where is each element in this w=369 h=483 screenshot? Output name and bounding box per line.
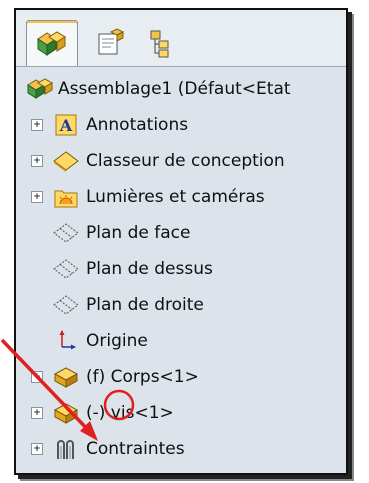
tab-feature-manager[interactable] bbox=[26, 20, 78, 66]
tree-item-label: Classeur de conception bbox=[86, 151, 285, 171]
origin-icon bbox=[52, 328, 80, 354]
tree-item-lights-cameras[interactable]: + Lumières et caméras bbox=[16, 180, 346, 214]
tree-item-label: Plan de droite bbox=[86, 295, 204, 315]
feature-manager-panel: Assemblage1 (Défaut<Etat + A Annotations… bbox=[14, 8, 348, 475]
assembly-icon bbox=[26, 76, 54, 102]
design-binder-icon bbox=[52, 148, 80, 174]
tree-item-label: Lumières et caméras bbox=[86, 187, 265, 207]
tree-root-assembly[interactable]: Assemblage1 (Défaut<Etat bbox=[16, 72, 346, 106]
svg-text:A: A bbox=[59, 116, 73, 135]
tree-item-origin[interactable]: Origine bbox=[16, 324, 346, 358]
tree-item-body-component[interactable]: + (f) Corps<1> bbox=[16, 360, 346, 394]
tree-item-screw-component[interactable]: + (-) vis<1> bbox=[16, 396, 346, 430]
tree-item-label: Plan de dessus bbox=[86, 259, 213, 279]
expand-toggle[interactable]: + bbox=[31, 407, 43, 419]
tab-bar bbox=[16, 10, 346, 67]
expand-toggle[interactable]: + bbox=[31, 371, 43, 383]
tree-item-label: Origine bbox=[86, 331, 148, 351]
tree-item-label: Plan de face bbox=[86, 223, 191, 243]
mates-icon bbox=[52, 436, 80, 462]
tree-item-front-plane[interactable]: Plan de face bbox=[16, 216, 346, 250]
plane-icon bbox=[52, 220, 80, 246]
tree-item-mates[interactable]: + Contraintes bbox=[16, 432, 346, 466]
tree-item-label: (f) Corps<1> bbox=[86, 367, 199, 387]
expand-toggle[interactable]: + bbox=[31, 443, 43, 455]
tree-item-label: Contraintes bbox=[86, 439, 185, 459]
tree-root-label: Assemblage1 (Défaut<Etat bbox=[58, 79, 291, 99]
annotations-icon: A bbox=[52, 112, 80, 138]
lights-cameras-icon bbox=[52, 184, 80, 210]
tree-item-top-plane[interactable]: Plan de dessus bbox=[16, 252, 346, 286]
tree-item-label: (-) vis<1> bbox=[86, 403, 174, 423]
plane-icon bbox=[52, 256, 80, 282]
part-icon bbox=[52, 400, 80, 426]
plane-icon bbox=[52, 292, 80, 318]
tree-item-annotations[interactable]: + A Annotations bbox=[16, 108, 346, 142]
tree-item-design-binder[interactable]: + Classeur de conception bbox=[16, 144, 346, 178]
configuration-manager-icon bbox=[150, 30, 169, 58]
tab-property-manager[interactable] bbox=[84, 20, 136, 66]
expand-toggle[interactable]: + bbox=[31, 119, 43, 131]
assembly-icon bbox=[37, 30, 66, 56]
tree-item-right-plane[interactable]: Plan de droite bbox=[16, 288, 346, 322]
expand-toggle[interactable]: + bbox=[31, 155, 43, 167]
property-manager-icon bbox=[98, 28, 125, 55]
tree-item-label: Annotations bbox=[86, 115, 189, 135]
part-icon bbox=[52, 364, 80, 390]
expand-toggle[interactable]: + bbox=[31, 191, 43, 203]
tab-configuration-manager[interactable] bbox=[136, 20, 188, 66]
